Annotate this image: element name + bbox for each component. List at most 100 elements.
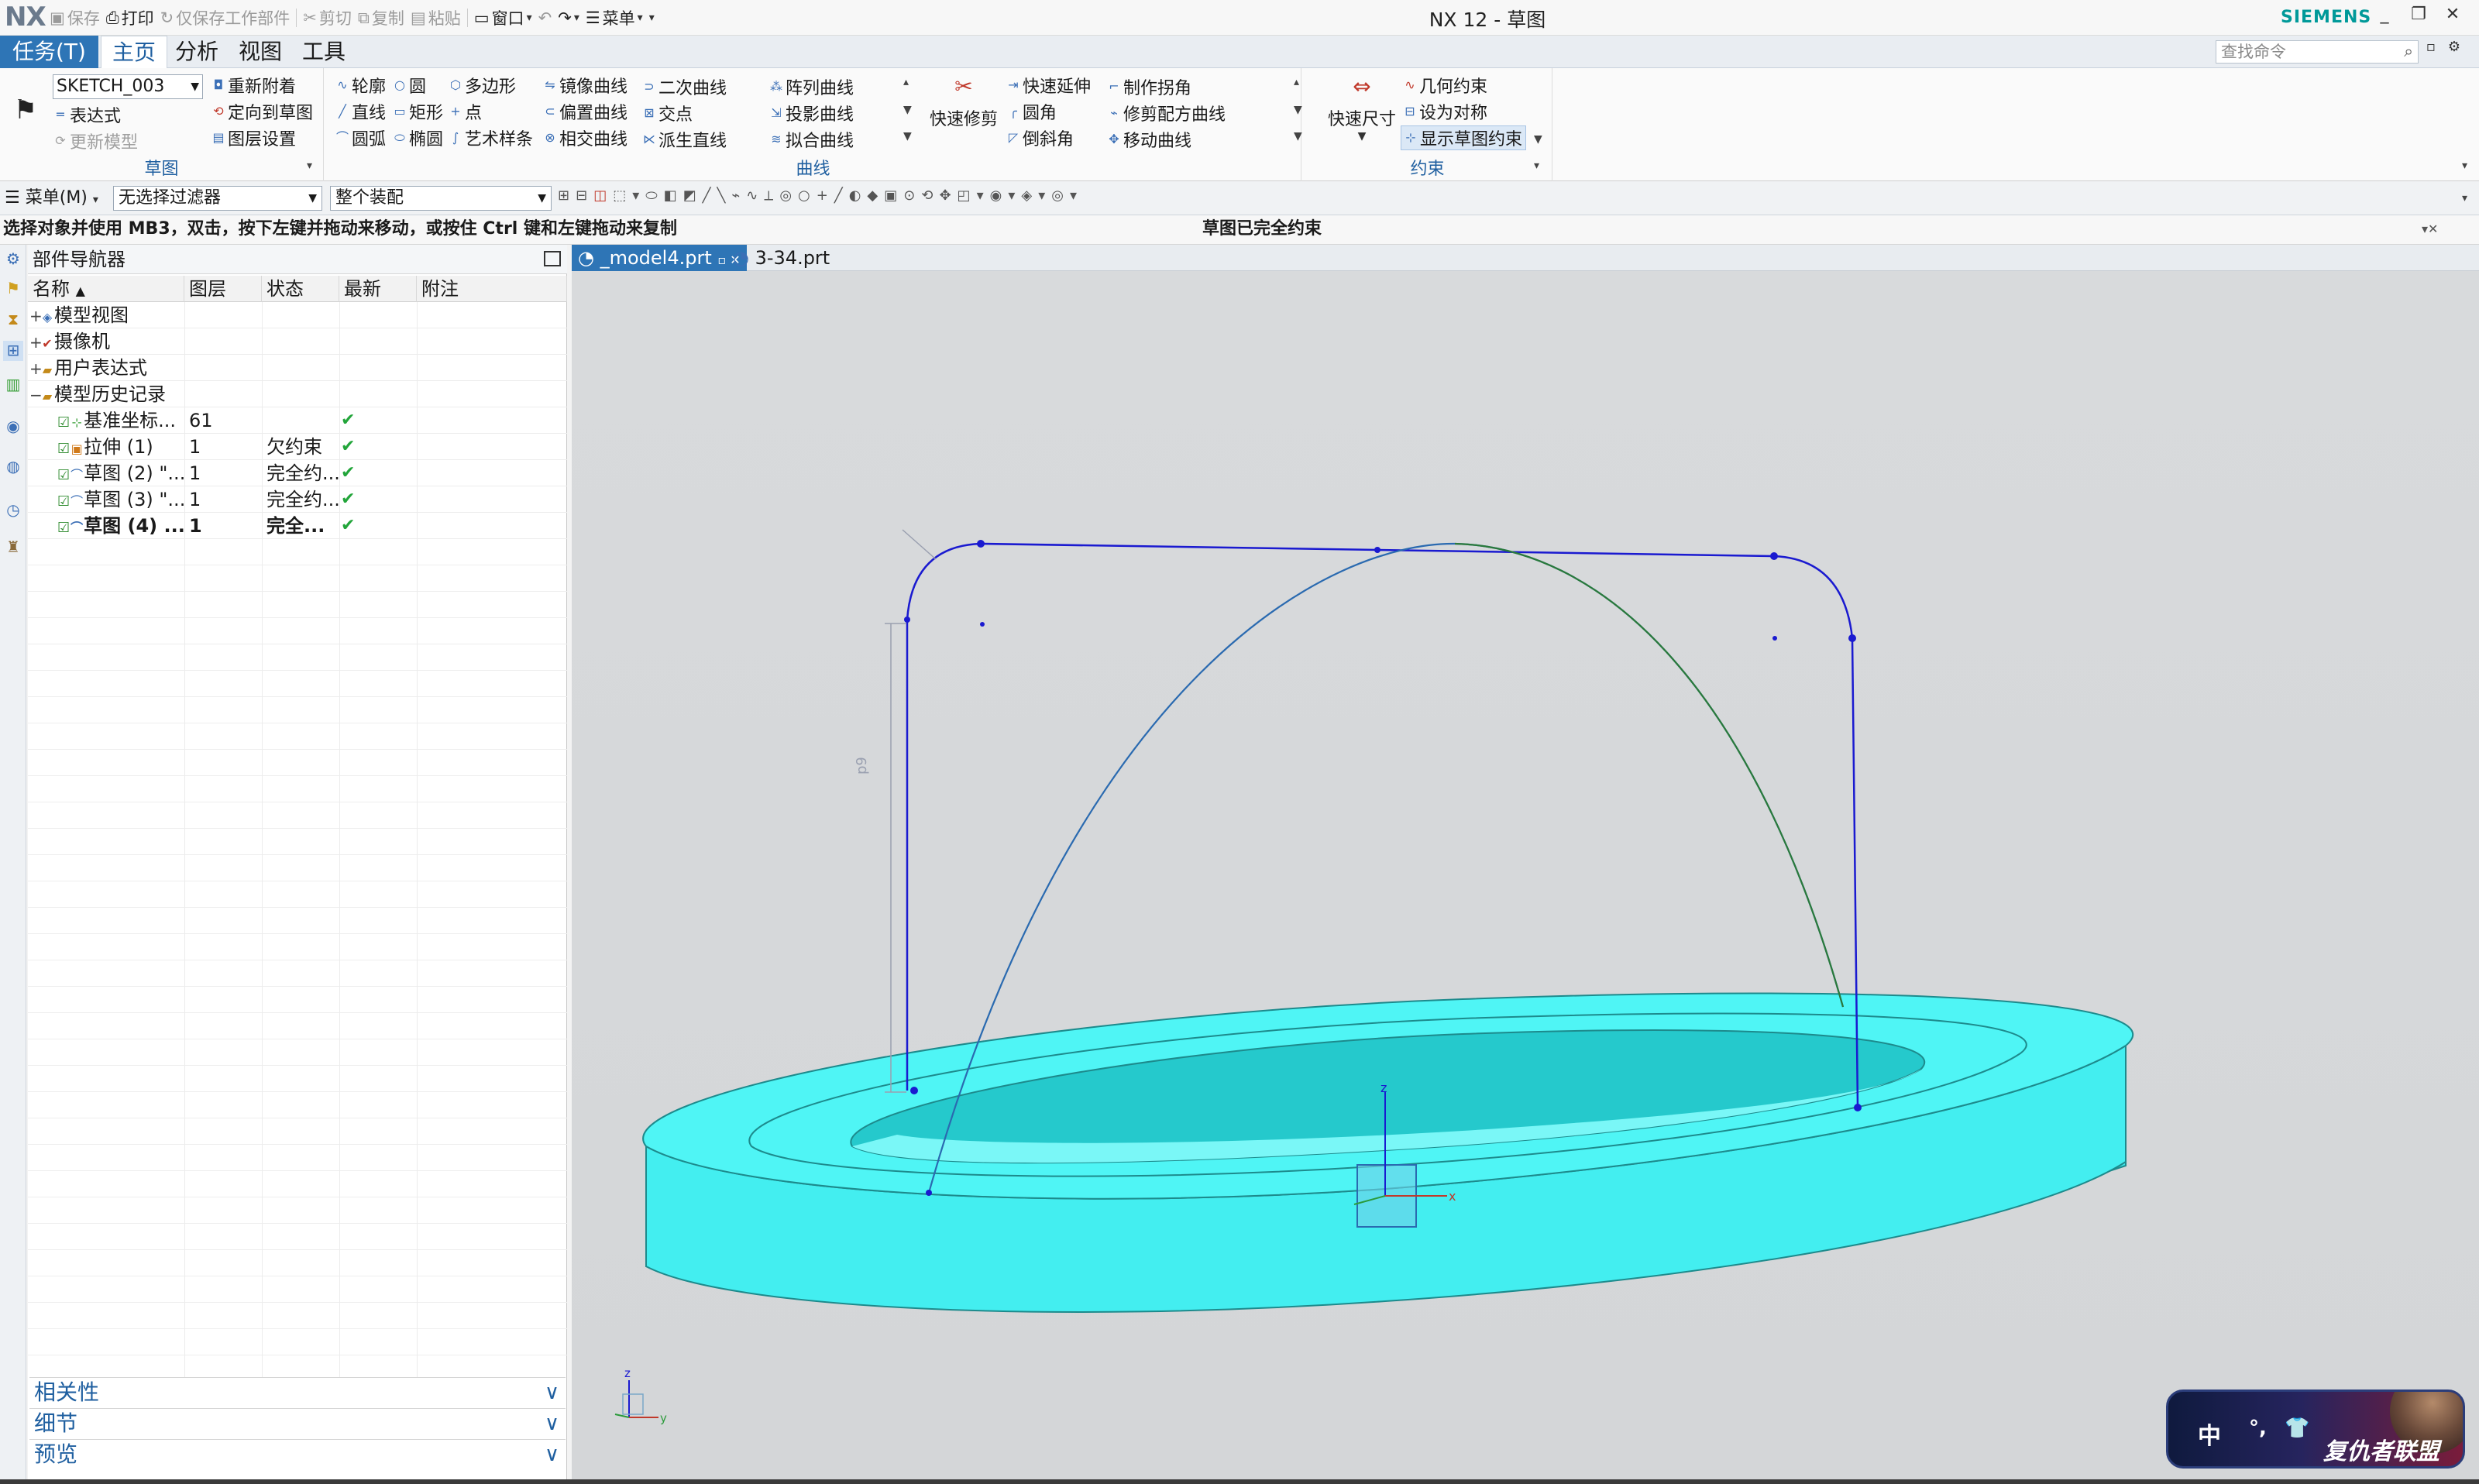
hd3d-tools-icon[interactable]: ◉ bbox=[3, 417, 23, 437]
chevron-down-icon[interactable]: ▾ bbox=[632, 187, 639, 204]
ime-skin-icon[interactable]: 👕 bbox=[2285, 1417, 2309, 1440]
face-select-icon[interactable]: ◧ bbox=[664, 187, 677, 204]
print-button[interactable]: ⎙ 打印 bbox=[106, 6, 154, 29]
expand-toggle[interactable]: + bbox=[29, 329, 43, 355]
graphics-window[interactable]: p9 z x z y bbox=[572, 271, 2479, 1479]
chevron-down-icon[interactable]: ▾ bbox=[977, 187, 984, 204]
menu-button[interactable]: ☰ 菜单 ▾ bbox=[586, 6, 643, 29]
chevron-down-icon[interactable]: ▼ bbox=[1294, 104, 1302, 116]
main-menu-button[interactable]: ☰ 菜单(M) ▾ bbox=[5, 186, 98, 211]
selection-scope-select[interactable]: 整个装配 ▼ bbox=[330, 186, 552, 211]
line-button[interactable]: ╱ 直线 bbox=[336, 99, 386, 124]
tab-3-34[interactable]: ◔ 3-34.prt bbox=[727, 245, 836, 271]
render-style-icon[interactable]: ◉ bbox=[990, 187, 1002, 204]
column-latest[interactable]: 最新 bbox=[339, 276, 417, 302]
intersect-curve-button[interactable]: ⊗ 相交曲线 bbox=[544, 125, 627, 150]
tree-node-model-views[interactable]: +◈ 模型视图 bbox=[28, 302, 567, 328]
save-button[interactable]: ▣ 保存 bbox=[50, 6, 100, 29]
paste-button[interactable]: ▤ 粘贴 bbox=[411, 6, 461, 29]
snap-pole-icon[interactable]: ◆ bbox=[867, 187, 878, 204]
curve-select-icon[interactable]: ╱ bbox=[703, 187, 711, 204]
view-pan-icon[interactable]: ✥ bbox=[939, 187, 951, 204]
copy-button[interactable]: ⧉ 复制 bbox=[358, 6, 404, 29]
maximize-icon[interactable] bbox=[544, 251, 561, 266]
ime-toolbar[interactable]: 中 °, 👕 复仇者联盟 bbox=[2166, 1390, 2465, 1469]
point-button[interactable]: + 点 bbox=[449, 99, 482, 124]
checkbox-icon[interactable]: ☑ bbox=[57, 441, 70, 457]
view-rotate-icon[interactable]: ⟲ bbox=[921, 187, 933, 204]
view-zoom-icon[interactable]: ⊙ bbox=[903, 187, 915, 204]
tab-model4[interactable]: ◔ _model4.prt ▫ ✕ bbox=[572, 245, 747, 271]
rapid-dimension-button[interactable]: ⇔ 快速尺寸 ▼ bbox=[1323, 71, 1401, 143]
ribbon-options-icon[interactable]: ▾ bbox=[2462, 160, 2467, 172]
window-menu-button[interactable]: ▭ 窗口 ▾ bbox=[474, 6, 532, 29]
history-icon[interactable]: ◷ bbox=[3, 500, 23, 520]
reattach-button[interactable]: ◘ 重新附着 bbox=[212, 73, 296, 98]
web-browser-icon[interactable]: ◍ bbox=[3, 457, 23, 477]
system-scene-icon[interactable]: ♜ bbox=[3, 538, 23, 558]
checkbox-icon[interactable]: ☑ bbox=[57, 520, 70, 536]
snap-quadrant-icon[interactable]: ○ bbox=[798, 187, 810, 204]
circle-button[interactable]: ○ 圆 bbox=[394, 73, 426, 98]
filter-icon[interactable]: ◫ bbox=[593, 187, 607, 204]
toolbar-options-icon[interactable]: ▾ bbox=[2462, 192, 2467, 204]
command-search-input[interactable]: 查找命令 ⌕ bbox=[2216, 40, 2419, 64]
intersection-point-button[interactable]: ⊠ 交点 bbox=[643, 101, 693, 125]
snap-line-icon[interactable]: ╱ bbox=[834, 187, 843, 204]
snap-center-icon[interactable]: ◎ bbox=[779, 187, 792, 204]
project-curve-button[interactable]: ⇲ 投影曲线 bbox=[770, 101, 854, 125]
snap-point-icon[interactable]: + bbox=[817, 187, 828, 204]
tree-node-sketch-3[interactable]: ☑⌒草图 (3) "... 1 完全约... ✔ bbox=[28, 486, 567, 513]
expand-gallery-icon[interactable]: ▼ bbox=[1294, 130, 1302, 143]
sketch-name-select[interactable]: SKETCH_003 ▼ bbox=[53, 74, 203, 99]
rectangle-button[interactable]: ▭ 矩形 bbox=[394, 99, 443, 124]
snap-end-icon[interactable]: ⌁ bbox=[731, 187, 740, 204]
edge-select-icon[interactable]: ╲ bbox=[717, 187, 726, 204]
work-layer-icon[interactable]: ◈ bbox=[1021, 187, 1032, 204]
group-more-icon[interactable]: ▾ bbox=[1534, 160, 1539, 172]
profile-button[interactable]: ∿ 轮廓 bbox=[336, 73, 386, 98]
trim-recipe-curve-button[interactable]: ⌁ 修剪配方曲线 bbox=[1108, 101, 1226, 125]
visibility-icon[interactable]: ◎ bbox=[1051, 187, 1064, 204]
reuse-library-icon[interactable]: ▥ bbox=[3, 375, 23, 395]
select-all-icon[interactable]: ⊞ bbox=[558, 187, 569, 204]
chevron-down-icon[interactable]: ▾ bbox=[1070, 187, 1077, 204]
show-sketch-constraints-toggle[interactable]: ⊹ 显示草图约束 bbox=[1401, 125, 1527, 150]
scroll-up-icon[interactable]: ▴ bbox=[903, 76, 909, 88]
rectangle-select-icon[interactable]: ⬚ bbox=[613, 187, 626, 204]
body-select-icon[interactable]: ◩ bbox=[683, 187, 696, 204]
tab-task[interactable]: 任务(T) bbox=[0, 36, 98, 68]
cut-button[interactable]: ✂ 剪切 bbox=[303, 6, 352, 29]
ime-punctuation-icon[interactable]: °, bbox=[2249, 1417, 2267, 1440]
orient-to-sketch-button[interactable]: ⟲ 定向到草图 bbox=[212, 99, 313, 124]
fit-curve-button[interactable]: ≋ 拟合曲线 bbox=[770, 127, 854, 152]
mirror-curve-button[interactable]: ⇋ 镜像曲线 bbox=[544, 73, 627, 98]
column-state[interactable]: 状态 bbox=[262, 276, 339, 302]
quick-extend-button[interactable]: ⇥ 快速延伸 bbox=[1007, 73, 1091, 98]
snap-arc-icon[interactable]: ◐ bbox=[849, 187, 861, 204]
snap-control-icon[interactable]: ⟂ bbox=[764, 187, 773, 204]
ellipse-button[interactable]: ⬭ 椭圆 bbox=[394, 125, 443, 150]
chevron-down-icon[interactable]: ▼ bbox=[903, 104, 912, 116]
checkbox-icon[interactable]: ☑ bbox=[57, 467, 70, 483]
chevron-down-icon[interactable]: ▾ bbox=[1038, 187, 1045, 204]
tab-tools[interactable]: 工具 bbox=[291, 36, 356, 68]
scroll-up-icon[interactable]: ▴ bbox=[1294, 76, 1299, 88]
minimize-button[interactable]: _ bbox=[2371, 5, 2398, 29]
make-corner-button[interactable]: ⌐ 制作拐角 bbox=[1108, 74, 1191, 99]
chevron-down-icon[interactable]: ▾ bbox=[1008, 187, 1015, 204]
redo-button[interactable]: ↷ ▾ bbox=[558, 9, 579, 27]
geometric-constraints-button[interactable]: ∿ 几何约束 bbox=[1404, 73, 1487, 98]
tree-node-cameras[interactable]: +✔摄像机 bbox=[28, 328, 567, 355]
offset-curve-button[interactable]: ⊂ 偏置曲线 bbox=[544, 99, 627, 124]
preview-panel[interactable]: 预览 ∨ bbox=[29, 1439, 566, 1469]
tab-home[interactable]: 主页 bbox=[101, 36, 168, 69]
expand-toggle[interactable]: + bbox=[29, 356, 43, 381]
chamfer-button[interactable]: ◸ 倒斜角 bbox=[1007, 125, 1074, 150]
move-curve-button[interactable]: ✥ 移动曲线 bbox=[1108, 127, 1191, 152]
save-work-part-button[interactable]: ↻ 仅保存工作部件 bbox=[160, 6, 291, 29]
view-fit-icon[interactable]: ▣ bbox=[884, 187, 897, 204]
layer-settings-button[interactable]: ▤ 图层设置 bbox=[212, 125, 296, 150]
make-symmetric-button[interactable]: ⊟ 设为对称 bbox=[1404, 99, 1487, 124]
chevron-down-icon[interactable]: ▼ bbox=[1534, 133, 1542, 146]
